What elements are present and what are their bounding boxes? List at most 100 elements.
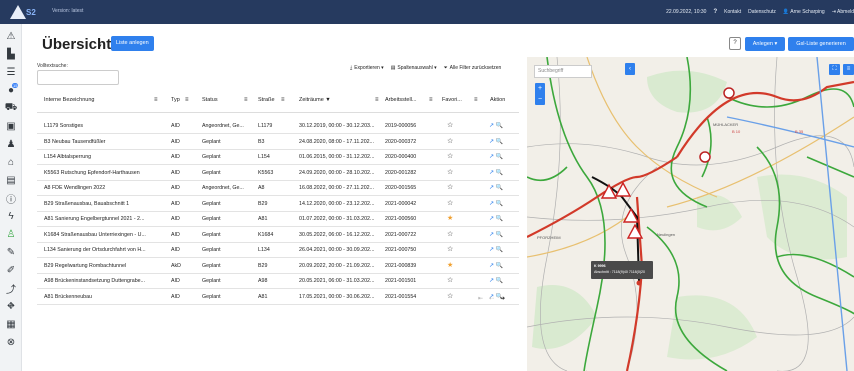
favorite-star-icon[interactable]: ☆ [447, 230, 453, 238]
pagination: ⇤ ⇠ ➔ [478, 295, 505, 302]
cell-name: B3 Neubau Tausendfüßler [44, 138, 106, 145]
table-row[interactable]: K5563 Rutschung Epfendorf-Harthausen AID G… [37, 166, 519, 181]
menu-icon[interactable]: ≡ [244, 97, 248, 103]
sidebar-item-edit[interactable]: ✎ [0, 244, 22, 260]
favorite-star-icon[interactable]: ☆ [447, 121, 453, 129]
row-action-icons[interactable]: ↗ 🔍 [489, 246, 503, 253]
table-row[interactable]: A8 FDE Wendlingen 2022 AID Angeordnet, Ge.… [37, 181, 519, 196]
col-header-name[interactable]: Interne Bezeichnung [44, 97, 94, 103]
col-header-worksite-nr[interactable]: Arbeitsstell... [385, 97, 416, 103]
favorite-star-icon[interactable]: ☆ [447, 292, 453, 300]
menu-icon[interactable]: ≡ [429, 97, 433, 103]
col-header-status[interactable]: Status [202, 97, 218, 103]
map-search-input[interactable]: Suchbegriff [534, 65, 592, 78]
sidebar-item-route[interactable]: ⤴ [0, 280, 22, 296]
favorite-star-icon[interactable]: ☆ [447, 152, 453, 160]
sidebar-item-road[interactable]: ⛖ [0, 298, 22, 314]
favorite-star-icon[interactable]: ☆ [447, 168, 453, 176]
table-row[interactable]: L154 Albtalsperrung AID Geplant L154 01.06.2… [37, 150, 519, 165]
menu-icon[interactable]: ≡ [375, 97, 379, 103]
menu-icon[interactable]: ≡ [154, 97, 158, 103]
map-zoom-control[interactable]: + − [535, 83, 545, 105]
favorite-star-icon[interactable]: ★ [447, 261, 453, 269]
contact-link[interactable]: Kontakt [724, 9, 741, 15]
favorite-star-icon[interactable]: ☆ [447, 183, 453, 191]
row-action-icons[interactable]: ↗ 🔍 [489, 169, 503, 176]
table-row[interactable]: B3 Neubau Tausendfüßler AID Geplant B3 24.08… [37, 135, 519, 150]
create-dropdown-button[interactable]: Anlegen ▾ [745, 37, 785, 51]
collapse-map-button[interactable]: ‹ [625, 63, 635, 75]
map-layers-icon[interactable]: ⛶ [829, 64, 840, 75]
col-header-period[interactable]: Zeiträume ▼ [299, 97, 331, 103]
col-header-street[interactable]: Straße [258, 97, 275, 103]
sidebar-item-close[interactable]: ⊗ [0, 334, 22, 350]
privacy-link[interactable]: Datenschutz [748, 9, 776, 15]
row-action-icons[interactable]: ↗ 🔍 [489, 277, 503, 284]
menu-icon[interactable]: ≡ [474, 97, 478, 103]
menu-icon[interactable]: ≡ [281, 97, 285, 103]
row-action-icons[interactable]: ↗ 🔍 [489, 231, 503, 238]
prev-page-button[interactable]: ⇠ [489, 295, 494, 302]
cell-nr: 2019-000056 [385, 123, 417, 129]
table-row[interactable]: L1179 Sonstiges AID Angeordnet, Ge... L1179… [37, 119, 519, 134]
first-page-button[interactable]: ⇤ [478, 295, 483, 302]
help-button[interactable]: ? [729, 37, 741, 50]
favorite-star-icon[interactable]: ★ [447, 214, 453, 222]
next-page-button[interactable]: ➔ [500, 295, 505, 302]
sidebar-item-lightning[interactable]: ϟ [0, 208, 22, 224]
row-action-icons[interactable]: ↗ 🔍 [489, 200, 503, 207]
app-logo[interactable]: S2 [8, 3, 44, 21]
export-button[interactable]: ⤓ Exportieren ▾ [350, 65, 384, 71]
table-row[interactable]: A98 Brückeninstandsetzung Duttengrabe...… [37, 274, 519, 289]
sidebar-item-institution[interactable]: ⌂ [0, 154, 22, 170]
row-action-icons[interactable]: ↗ 🔍 [489, 138, 503, 145]
row-action-icons[interactable]: ↗ 🔍 [489, 153, 503, 160]
sidebar-item-report[interactable]: ▦ [0, 316, 22, 332]
map-settings-icon[interactable]: ≡ [843, 64, 854, 75]
sidebar-item-users[interactable]: ♟ [0, 136, 22, 152]
menu-icon[interactable]: ≡ [185, 97, 189, 103]
row-action-icons[interactable]: ↗ 🔍 [489, 122, 503, 129]
table-row[interactable]: B29 Straßenausbau, Bauabschnitt 1 AID Gepl… [37, 197, 519, 212]
row-action-icons[interactable]: ↗ 🔍 [489, 215, 503, 222]
favorite-star-icon[interactable]: ☆ [447, 276, 453, 284]
cell-status: Angeordnet, Ge... [202, 123, 244, 129]
table-row[interactable]: L134 Sanierung der Ortsdurchfahrt von H.… [37, 243, 519, 258]
logout-link[interactable]: ⇥ Abmeld [832, 9, 854, 15]
row-action-icons[interactable]: ↗ 🔍 [489, 184, 503, 191]
reset-filters-button[interactable]: ⏷ Alle Filter zurücksetzen [444, 65, 502, 71]
fulltext-search-input[interactable] [37, 70, 119, 85]
sidebar-item-tool[interactable]: ♙ [0, 226, 22, 242]
sidebar-item-files[interactable]: ▤ [0, 172, 22, 188]
cell-typ: AID [171, 185, 180, 191]
map-canvas[interactable] [527, 57, 854, 371]
favorite-star-icon[interactable]: ☆ [447, 245, 453, 253]
map-view[interactable]: Suchbegriff + − ‹ ⛶ ≡ MÜHLACKER PFORZHEI… [527, 57, 854, 371]
col-header-favorite[interactable]: Favori... [442, 97, 462, 103]
table-row[interactable]: A81 Sanierung Engelbergtunnel 2021 - 2..… [37, 212, 519, 227]
user-menu[interactable]: 👤 Arne Scharping [783, 9, 825, 15]
sidebar-item-document[interactable]: ▙ [0, 46, 22, 62]
col-header-type[interactable]: Typ [171, 97, 180, 103]
sidebar-item-warning[interactable]: ⚠ [0, 28, 22, 44]
tooltip-section: Abschnitt : 7118(9)40 7118(0)20 [594, 270, 646, 274]
cell-nr: 2020-000372 [385, 138, 417, 145]
chevron-down-icon[interactable]: ▾ [98, 42, 102, 50]
bank-icon: ⌂ [7, 156, 15, 168]
create-list-button[interactable]: Liste anlegen [111, 36, 154, 51]
sidebar-item-list[interactable]: ☰ [0, 64, 22, 80]
sidebar-item-info[interactable]: ⓘ [0, 190, 22, 206]
row-action-icons[interactable]: ↗ 🔍 [489, 262, 503, 269]
help-link[interactable]: ? [713, 9, 717, 15]
favorite-star-icon[interactable]: ☆ [447, 199, 453, 207]
table-row[interactable]: B29 Regelwartung Rombachtunnel AkD Geplant… [37, 259, 519, 274]
column-selection-button[interactable]: ▤ Spaltenauswahl ▾ [391, 65, 437, 71]
table-row[interactable]: A81 Brückenneubau AID Geplant A81 17.05.2021… [37, 290, 519, 305]
favorite-star-icon[interactable]: ☆ [447, 137, 453, 145]
sidebar-item-calendar[interactable]: ▣ [0, 118, 22, 134]
table-row[interactable]: K1684 Straßenausbau Unterriexingen - U..… [37, 228, 519, 243]
generate-gsl-list-button[interactable]: Gsl-Liste generieren [788, 37, 854, 51]
sidebar-item-edit-2[interactable]: ✐ [0, 262, 22, 278]
sidebar-item-messages[interactable]: ● 15 [0, 82, 22, 98]
sidebar-item-vehicles[interactable]: ⛟ [0, 100, 22, 116]
